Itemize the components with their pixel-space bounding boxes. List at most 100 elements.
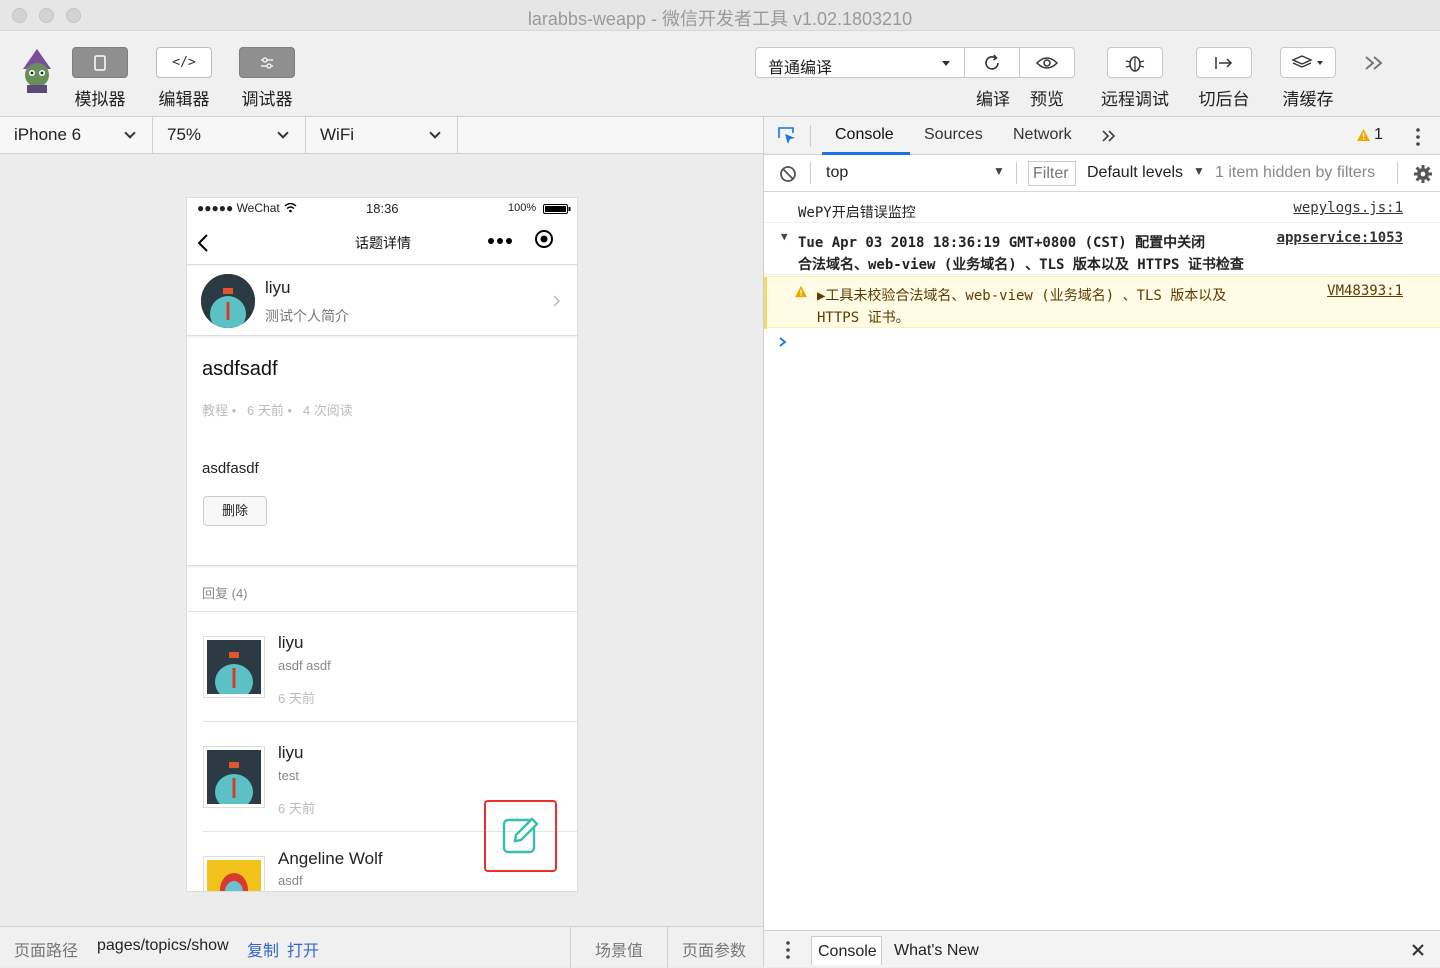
- log-levels-select[interactable]: Default levels: [1087, 164, 1183, 182]
- close-drawer-icon[interactable]: [1411, 943, 1425, 957]
- divider: [1016, 162, 1017, 184]
- simulator-settings-bar: iPhone 6 75% WiFi: [0, 117, 763, 154]
- compile-mode-select[interactable]: 普通编译: [755, 47, 965, 78]
- topic-meta: 教程 • 6 天前 • 4 次阅读: [202, 403, 353, 418]
- expand-triangle-icon[interactable]: ▼: [781, 230, 788, 243]
- carrier-text: ●●●●● WeChat: [197, 201, 280, 215]
- simulator-label: 模拟器: [74, 90, 126, 109]
- remote-debug-button[interactable]: [1107, 47, 1163, 78]
- drawer-menu-icon[interactable]: [785, 940, 791, 960]
- page-path: pages/topics/show: [97, 937, 229, 954]
- clear-cache-button[interactable]: [1280, 47, 1336, 78]
- zoom-value: 75%: [167, 125, 202, 144]
- levels-dropdown-icon[interactable]: ▼: [1193, 164, 1205, 178]
- tab-sources[interactable]: Sources: [924, 126, 983, 144]
- reply-content: asdf: [278, 873, 303, 888]
- console-filter-input[interactable]: [1028, 161, 1076, 186]
- window-title: larabbs-weapp - 微信开发者工具 v1.02.1803210: [527, 9, 913, 29]
- topic-category: 教程: [202, 403, 229, 418]
- layers-icon: [1291, 54, 1323, 68]
- reply-time: 6 天前: [278, 801, 315, 816]
- network-select[interactable]: WiFi: [306, 117, 458, 154]
- zoom-select[interactable]: 75%: [153, 117, 306, 154]
- background-label: 切后台: [1198, 90, 1250, 109]
- edit-icon: [502, 817, 539, 854]
- log-message-line1: ▶工具未校验合法域名、web-view (业务域名) 、TLS 版本以及: [817, 288, 1227, 304]
- author-cell[interactable]: liyu 测试个人简介: [187, 266, 577, 336]
- reply-time: 6 天前: [278, 691, 315, 706]
- compile-mode-value: 普通编译: [768, 60, 833, 77]
- context-select[interactable]: top: [826, 164, 848, 182]
- device-select[interactable]: iPhone 6: [0, 117, 153, 154]
- chevron-down-icon: [429, 127, 441, 139]
- replies-count: 回复 (4): [202, 586, 248, 601]
- more-tools-icon[interactable]: [1363, 53, 1385, 78]
- context-dropdown-icon[interactable]: ▼: [993, 164, 1005, 178]
- debugger-label: 调试器: [241, 90, 293, 109]
- editor-toggle-button[interactable]: </>: [156, 47, 212, 78]
- open-path-link[interactable]: 打开: [287, 937, 319, 961]
- phone-icon: [94, 54, 106, 71]
- phone-screen: ●●●●● WeChat 18:36 100% 话题详情 liyu 测试个人简介: [186, 197, 578, 892]
- compose-button[interactable]: [501, 815, 541, 855]
- code-icon: </>: [172, 55, 196, 70]
- settings-gear-icon[interactable]: [1413, 164, 1433, 184]
- console-log-entry: ▼ Tue Apr 03 2018 18:36:19 GMT+0800 (CST…: [764, 224, 1440, 275]
- topic-title: asdfsadf: [202, 358, 278, 380]
- divider: [810, 162, 811, 184]
- inspect-element-icon[interactable]: [777, 126, 797, 146]
- author-avatar: [201, 274, 255, 328]
- copy-path-link[interactable]: 复制: [247, 937, 279, 961]
- tab-network[interactable]: Network: [1013, 126, 1072, 144]
- more-dots-icon[interactable]: [487, 236, 513, 246]
- log-message-line1: Tue Apr 03 2018 18:36:19 GMT+0800 (CST) …: [798, 235, 1206, 251]
- divider: [667, 927, 668, 968]
- clear-console-icon[interactable]: [779, 165, 797, 183]
- sliders-icon: [261, 56, 273, 69]
- more-tabs-icon[interactable]: [1101, 129, 1117, 143]
- warning-icon[interactable]: [1356, 128, 1371, 142]
- kebab-menu-icon[interactable]: [1415, 127, 1421, 147]
- app-window: larabbs-weapp - 微信开发者工具 v1.02.1803210 模拟…: [0, 0, 1440, 968]
- page-params-button[interactable]: 页面参数: [682, 937, 746, 961]
- topic-reads: 4 次阅读: [302, 403, 353, 418]
- close-miniprogram-icon[interactable]: [534, 229, 554, 249]
- background-button[interactable]: [1196, 47, 1252, 78]
- delete-button[interactable]: 删除: [203, 496, 267, 526]
- console-prompt-icon[interactable]: [778, 336, 788, 348]
- log-message-line2: HTTPS 证书。: [817, 310, 910, 326]
- status-bar: ●●●●● WeChat 18:36 100%: [187, 198, 577, 220]
- log-source-link[interactable]: VM48393:1: [1327, 283, 1403, 299]
- log-source-link[interactable]: appservice:1053: [1277, 230, 1403, 246]
- tab-console[interactable]: Console: [835, 126, 894, 144]
- log-message-line2: 合法域名、web-view (业务域名) 、TLS 版本以及 HTTPS 证书检…: [798, 257, 1244, 273]
- log-source-link[interactable]: wepylogs.js:1: [1293, 200, 1403, 216]
- reply-avatar: [203, 856, 265, 891]
- debugger-toggle-button[interactable]: [239, 47, 295, 78]
- warning-marker: [764, 277, 767, 329]
- compile-button[interactable]: [964, 47, 1020, 78]
- bug-icon: [1125, 55, 1145, 72]
- devtools-panel: Console Sources Network 1 top ▼ Default …: [763, 117, 1440, 967]
- user-avatar[interactable]: [15, 47, 59, 93]
- drawer-tab-console-label: Console: [818, 943, 877, 960]
- create-reply-highlight: [484, 800, 557, 872]
- main-toolbar: 模拟器 </> 编辑器 调试器 普通编译 编译 预览 远程调试 切后台 清缓存: [0, 31, 1440, 117]
- warning-icon: [794, 285, 808, 298]
- drawer-tab-console[interactable]: Console: [811, 936, 882, 965]
- preview-button[interactable]: [1019, 47, 1075, 78]
- chevron-down-icon: [124, 127, 136, 139]
- drawer-tab-whats-new[interactable]: What's New: [894, 942, 979, 960]
- refresh-icon: [985, 53, 999, 70]
- simulator-area: ●●●●● WeChat 18:36 100% 话题详情 liyu 测试个人简介: [0, 155, 763, 925]
- author-intro: 测试个人简介: [265, 308, 349, 324]
- battery-text: 100%: [508, 202, 537, 214]
- reply-author: Angeline Wolf: [278, 849, 383, 868]
- status-time: 18:36: [366, 201, 399, 216]
- scene-value-button[interactable]: 场景值: [595, 937, 643, 961]
- simulator-toggle-button[interactable]: [72, 47, 128, 78]
- eye-icon: [1035, 56, 1059, 69]
- console-log-entry: WePY开启错误监控 wepylogs.js:1: [764, 193, 1440, 223]
- replies-header: 回复 (4): [187, 568, 577, 612]
- reply-item[interactable]: liyu asdf asdf 6 天前: [187, 612, 577, 722]
